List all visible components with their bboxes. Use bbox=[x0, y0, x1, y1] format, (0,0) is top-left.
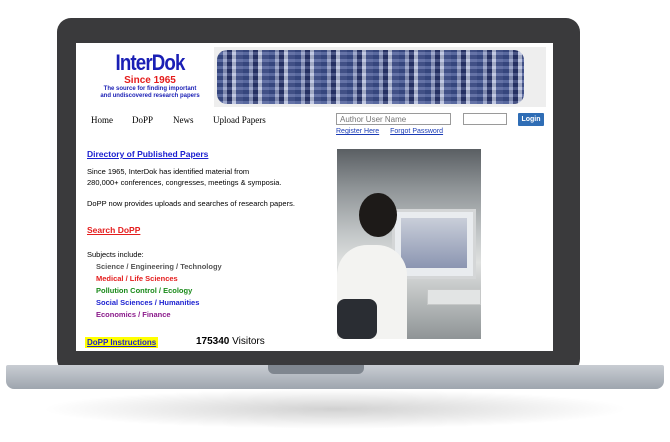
search-dopp-link[interactable]: Search DoPP bbox=[87, 225, 140, 235]
nav-dopp[interactable]: DoPP bbox=[132, 115, 153, 125]
laptop-base-notch bbox=[268, 365, 364, 374]
photo-person-head bbox=[359, 193, 397, 237]
intro-line-2: 280,000+ conferences, congresses, meetin… bbox=[87, 178, 282, 187]
nav-upload-papers[interactable]: Upload Papers bbox=[213, 115, 266, 125]
subject-science: Science / Engineering / Technology bbox=[96, 262, 222, 271]
photo-keyboard bbox=[427, 289, 481, 305]
logo-since: Since 1965 bbox=[124, 75, 176, 86]
nav-home[interactable]: Home bbox=[91, 115, 113, 125]
subjects-list: Subjects include: Science / Engineering … bbox=[87, 249, 222, 321]
password-input[interactable] bbox=[463, 113, 507, 125]
subject-social: Social Sciences / Humanities bbox=[96, 298, 200, 307]
logo-tagline-2: and undiscovered research papers bbox=[100, 93, 200, 99]
login-button[interactable]: Login bbox=[518, 113, 544, 126]
site-logo[interactable]: InterDok Since 1965 The source for findi… bbox=[86, 47, 214, 107]
subject-economics: Economics / Finance bbox=[96, 310, 171, 319]
student-computer-photo bbox=[337, 149, 481, 339]
banner-photo bbox=[217, 50, 524, 104]
laptop-shadow bbox=[40, 389, 630, 429]
logo-title: InterDok bbox=[115, 50, 185, 75]
visitor-counter: 175340 Visitors bbox=[196, 336, 265, 347]
nav-news[interactable]: News bbox=[173, 115, 194, 125]
site-banner: InterDok Since 1965 The source for findi… bbox=[86, 47, 546, 107]
login-links: Register Here Forgot Password bbox=[336, 128, 452, 135]
register-link[interactable]: Register Here bbox=[336, 128, 379, 135]
forgot-password-link[interactable]: Forgot Password bbox=[390, 128, 443, 135]
subject-pollution: Pollution Control / Ecology bbox=[96, 286, 193, 295]
dopp-instructions-link[interactable]: DoPP Instructions bbox=[85, 337, 159, 348]
photo-chair bbox=[337, 299, 377, 339]
visitor-count: 175340 bbox=[196, 336, 230, 347]
browser-viewport: InterDok Since 1965 The source for findi… bbox=[76, 43, 553, 351]
visitors-label: Visitors bbox=[232, 336, 265, 347]
author-username-input[interactable] bbox=[336, 113, 451, 125]
dopp-description: DoPP now provides uploads and searches o… bbox=[87, 199, 295, 208]
subject-medical: Medical / Life Sciences bbox=[96, 274, 178, 283]
intro-line-1: Since 1965, InterDok has identified mate… bbox=[87, 167, 250, 176]
subjects-label: Subjects include: bbox=[87, 250, 144, 259]
directory-link[interactable]: Directory of Published Papers bbox=[87, 149, 208, 159]
logo-tagline-1: The source for finding important bbox=[103, 86, 197, 92]
